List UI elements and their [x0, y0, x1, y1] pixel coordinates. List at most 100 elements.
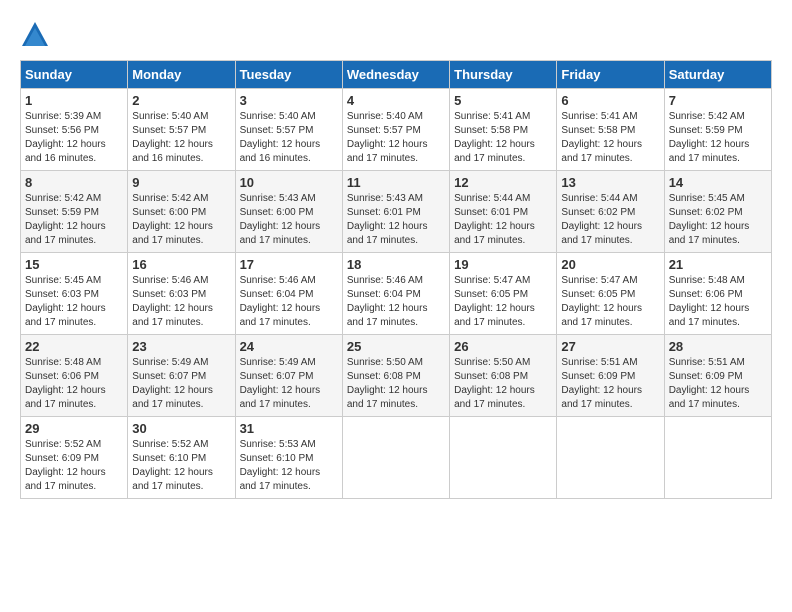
- calendar-cell: 5Sunrise: 5:41 AMSunset: 5:58 PMDaylight…: [450, 89, 557, 171]
- day-info: Sunrise: 5:39 AMSunset: 5:56 PMDaylight:…: [25, 110, 123, 166]
- day-info: Sunrise: 5:48 AMSunset: 6:06 PMDaylight:…: [669, 274, 767, 330]
- day-number: 11: [347, 175, 445, 190]
- day-info: Sunrise: 5:40 AMSunset: 5:57 PMDaylight:…: [347, 110, 445, 166]
- day-info: Sunrise: 5:51 AMSunset: 6:09 PMDaylight:…: [669, 356, 767, 412]
- day-number: 31: [240, 421, 338, 436]
- calendar-cell: 14 Sunrise: 5:45 AMSunset: 6:02 PMDayligh…: [664, 171, 771, 253]
- day-info: Sunrise: 5:42 AMSunset: 5:59 PMDaylight:…: [25, 192, 123, 248]
- calendar-week-row: 15 Sunrise: 5:45 AMSunset: 6:03 PMDayligh…: [21, 253, 772, 335]
- day-number: 13: [561, 175, 659, 190]
- day-info: Sunrise: 5:43 AMSunset: 6:01 PMDaylight:…: [347, 192, 445, 248]
- calendar-cell: 10 Sunrise: 5:43 AMSunset: 6:00 PMDayligh…: [235, 171, 342, 253]
- day-number: 12: [454, 175, 552, 190]
- day-number: 16: [132, 257, 230, 272]
- calendar-cell: 4 Sunrise: 5:40 AMSunset: 5:57 PMDaylight…: [342, 89, 449, 171]
- calendar-cell: 12 Sunrise: 5:44 AMSunset: 6:01 PMDayligh…: [450, 171, 557, 253]
- logo: [20, 20, 54, 50]
- day-info: Sunrise: 5:42 AMSunset: 5:59 PMDaylight:…: [669, 110, 767, 166]
- column-header-tuesday: Tuesday: [235, 61, 342, 89]
- calendar-header-row: SundayMondayTuesdayWednesdayThursdayFrid…: [21, 61, 772, 89]
- calendar-cell: 13Sunrise: 5:44 AMSunset: 6:02 PMDayligh…: [557, 171, 664, 253]
- day-number: 2: [132, 93, 230, 108]
- calendar-cell: 2Sunrise: 5:40 AMSunset: 5:57 PMDaylight…: [128, 89, 235, 171]
- column-header-monday: Monday: [128, 61, 235, 89]
- day-info: Sunrise: 5:50 AMSunset: 6:08 PMDaylight:…: [454, 356, 552, 412]
- day-number: 29: [25, 421, 123, 436]
- day-info: Sunrise: 5:53 AMSunset: 6:10 PMDaylight:…: [240, 438, 338, 494]
- calendar-table: SundayMondayTuesdayWednesdayThursdayFrid…: [20, 60, 772, 499]
- day-info: Sunrise: 5:46 AMSunset: 6:04 PMDaylight:…: [240, 274, 338, 330]
- day-info: Sunrise: 5:46 AMSunset: 6:03 PMDaylight:…: [132, 274, 230, 330]
- day-number: 27: [561, 339, 659, 354]
- day-info: Sunrise: 5:45 AMSunset: 6:02 PMDaylight:…: [669, 192, 767, 248]
- calendar-cell: 9 Sunrise: 5:42 AMSunset: 6:00 PMDaylight…: [128, 171, 235, 253]
- day-number: 25: [347, 339, 445, 354]
- calendar-cell: 29 Sunrise: 5:52 AMSunset: 6:09 PMDayligh…: [21, 417, 128, 499]
- column-header-saturday: Saturday: [664, 61, 771, 89]
- calendar-cell: [557, 417, 664, 499]
- day-number: 3: [240, 93, 338, 108]
- calendar-cell: 7 Sunrise: 5:42 AMSunset: 5:59 PMDaylight…: [664, 89, 771, 171]
- day-number: 4: [347, 93, 445, 108]
- day-info: Sunrise: 5:42 AMSunset: 6:00 PMDaylight:…: [132, 192, 230, 248]
- day-info: Sunrise: 5:52 AMSunset: 6:09 PMDaylight:…: [25, 438, 123, 494]
- calendar-week-row: 8 Sunrise: 5:42 AMSunset: 5:59 PMDaylight…: [21, 171, 772, 253]
- calendar-cell: 1 Sunrise: 5:39 AMSunset: 5:56 PMDaylight…: [21, 89, 128, 171]
- calendar-cell: 30Sunrise: 5:52 AMSunset: 6:10 PMDayligh…: [128, 417, 235, 499]
- column-header-friday: Friday: [557, 61, 664, 89]
- day-info: Sunrise: 5:47 AMSunset: 6:05 PMDaylight:…: [454, 274, 552, 330]
- day-number: 1: [25, 93, 123, 108]
- day-number: 20: [561, 257, 659, 272]
- calendar-cell: [664, 417, 771, 499]
- day-number: 19: [454, 257, 552, 272]
- day-info: Sunrise: 5:52 AMSunset: 6:10 PMDaylight:…: [132, 438, 230, 494]
- logo-icon: [20, 20, 50, 50]
- day-number: 23: [132, 339, 230, 354]
- day-number: 10: [240, 175, 338, 190]
- day-number: 17: [240, 257, 338, 272]
- calendar-cell: 19 Sunrise: 5:47 AMSunset: 6:05 PMDayligh…: [450, 253, 557, 335]
- calendar-cell: 6Sunrise: 5:41 AMSunset: 5:58 PMDaylight…: [557, 89, 664, 171]
- day-info: Sunrise: 5:49 AMSunset: 6:07 PMDaylight:…: [132, 356, 230, 412]
- day-number: 7: [669, 93, 767, 108]
- day-number: 5: [454, 93, 552, 108]
- day-info: Sunrise: 5:49 AMSunset: 6:07 PMDaylight:…: [240, 356, 338, 412]
- day-info: Sunrise: 5:43 AMSunset: 6:00 PMDaylight:…: [240, 192, 338, 248]
- calendar-cell: 25 Sunrise: 5:50 AMSunset: 6:08 PMDayligh…: [342, 335, 449, 417]
- day-number: 8: [25, 175, 123, 190]
- day-number: 22: [25, 339, 123, 354]
- day-info: Sunrise: 5:46 AMSunset: 6:04 PMDaylight:…: [347, 274, 445, 330]
- day-info: Sunrise: 5:44 AMSunset: 6:01 PMDaylight:…: [454, 192, 552, 248]
- calendar-cell: 24 Sunrise: 5:49 AMSunset: 6:07 PMDayligh…: [235, 335, 342, 417]
- calendar-cell: 17 Sunrise: 5:46 AMSunset: 6:04 PMDayligh…: [235, 253, 342, 335]
- day-number: 24: [240, 339, 338, 354]
- calendar-cell: 31 Sunrise: 5:53 AMSunset: 6:10 PMDayligh…: [235, 417, 342, 499]
- calendar-cell: [342, 417, 449, 499]
- day-number: 14: [669, 175, 767, 190]
- calendar-cell: 8 Sunrise: 5:42 AMSunset: 5:59 PMDaylight…: [21, 171, 128, 253]
- page-container: SundayMondayTuesdayWednesdayThursdayFrid…: [20, 20, 772, 499]
- header: [20, 20, 772, 50]
- day-info: Sunrise: 5:51 AMSunset: 6:09 PMDaylight:…: [561, 356, 659, 412]
- calendar-cell: 21 Sunrise: 5:48 AMSunset: 6:06 PMDayligh…: [664, 253, 771, 335]
- calendar-cell: [450, 417, 557, 499]
- calendar-week-row: 29 Sunrise: 5:52 AMSunset: 6:09 PMDayligh…: [21, 417, 772, 499]
- column-header-thursday: Thursday: [450, 61, 557, 89]
- calendar-cell: 15 Sunrise: 5:45 AMSunset: 6:03 PMDayligh…: [21, 253, 128, 335]
- day-number: 18: [347, 257, 445, 272]
- day-info: Sunrise: 5:45 AMSunset: 6:03 PMDaylight:…: [25, 274, 123, 330]
- calendar-cell: 26 Sunrise: 5:50 AMSunset: 6:08 PMDayligh…: [450, 335, 557, 417]
- calendar-cell: 27 Sunrise: 5:51 AMSunset: 6:09 PMDayligh…: [557, 335, 664, 417]
- calendar-week-row: 22 Sunrise: 5:48 AMSunset: 6:06 PMDayligh…: [21, 335, 772, 417]
- day-info: Sunrise: 5:48 AMSunset: 6:06 PMDaylight:…: [25, 356, 123, 412]
- calendar-cell: 16 Sunrise: 5:46 AMSunset: 6:03 PMDayligh…: [128, 253, 235, 335]
- day-number: 26: [454, 339, 552, 354]
- day-info: Sunrise: 5:40 AMSunset: 5:57 PMDaylight:…: [240, 110, 338, 166]
- column-header-sunday: Sunday: [21, 61, 128, 89]
- day-number: 21: [669, 257, 767, 272]
- day-number: 15: [25, 257, 123, 272]
- day-info: Sunrise: 5:50 AMSunset: 6:08 PMDaylight:…: [347, 356, 445, 412]
- calendar-cell: 23 Sunrise: 5:49 AMSunset: 6:07 PMDayligh…: [128, 335, 235, 417]
- calendar-cell: 28Sunrise: 5:51 AMSunset: 6:09 PMDayligh…: [664, 335, 771, 417]
- day-number: 9: [132, 175, 230, 190]
